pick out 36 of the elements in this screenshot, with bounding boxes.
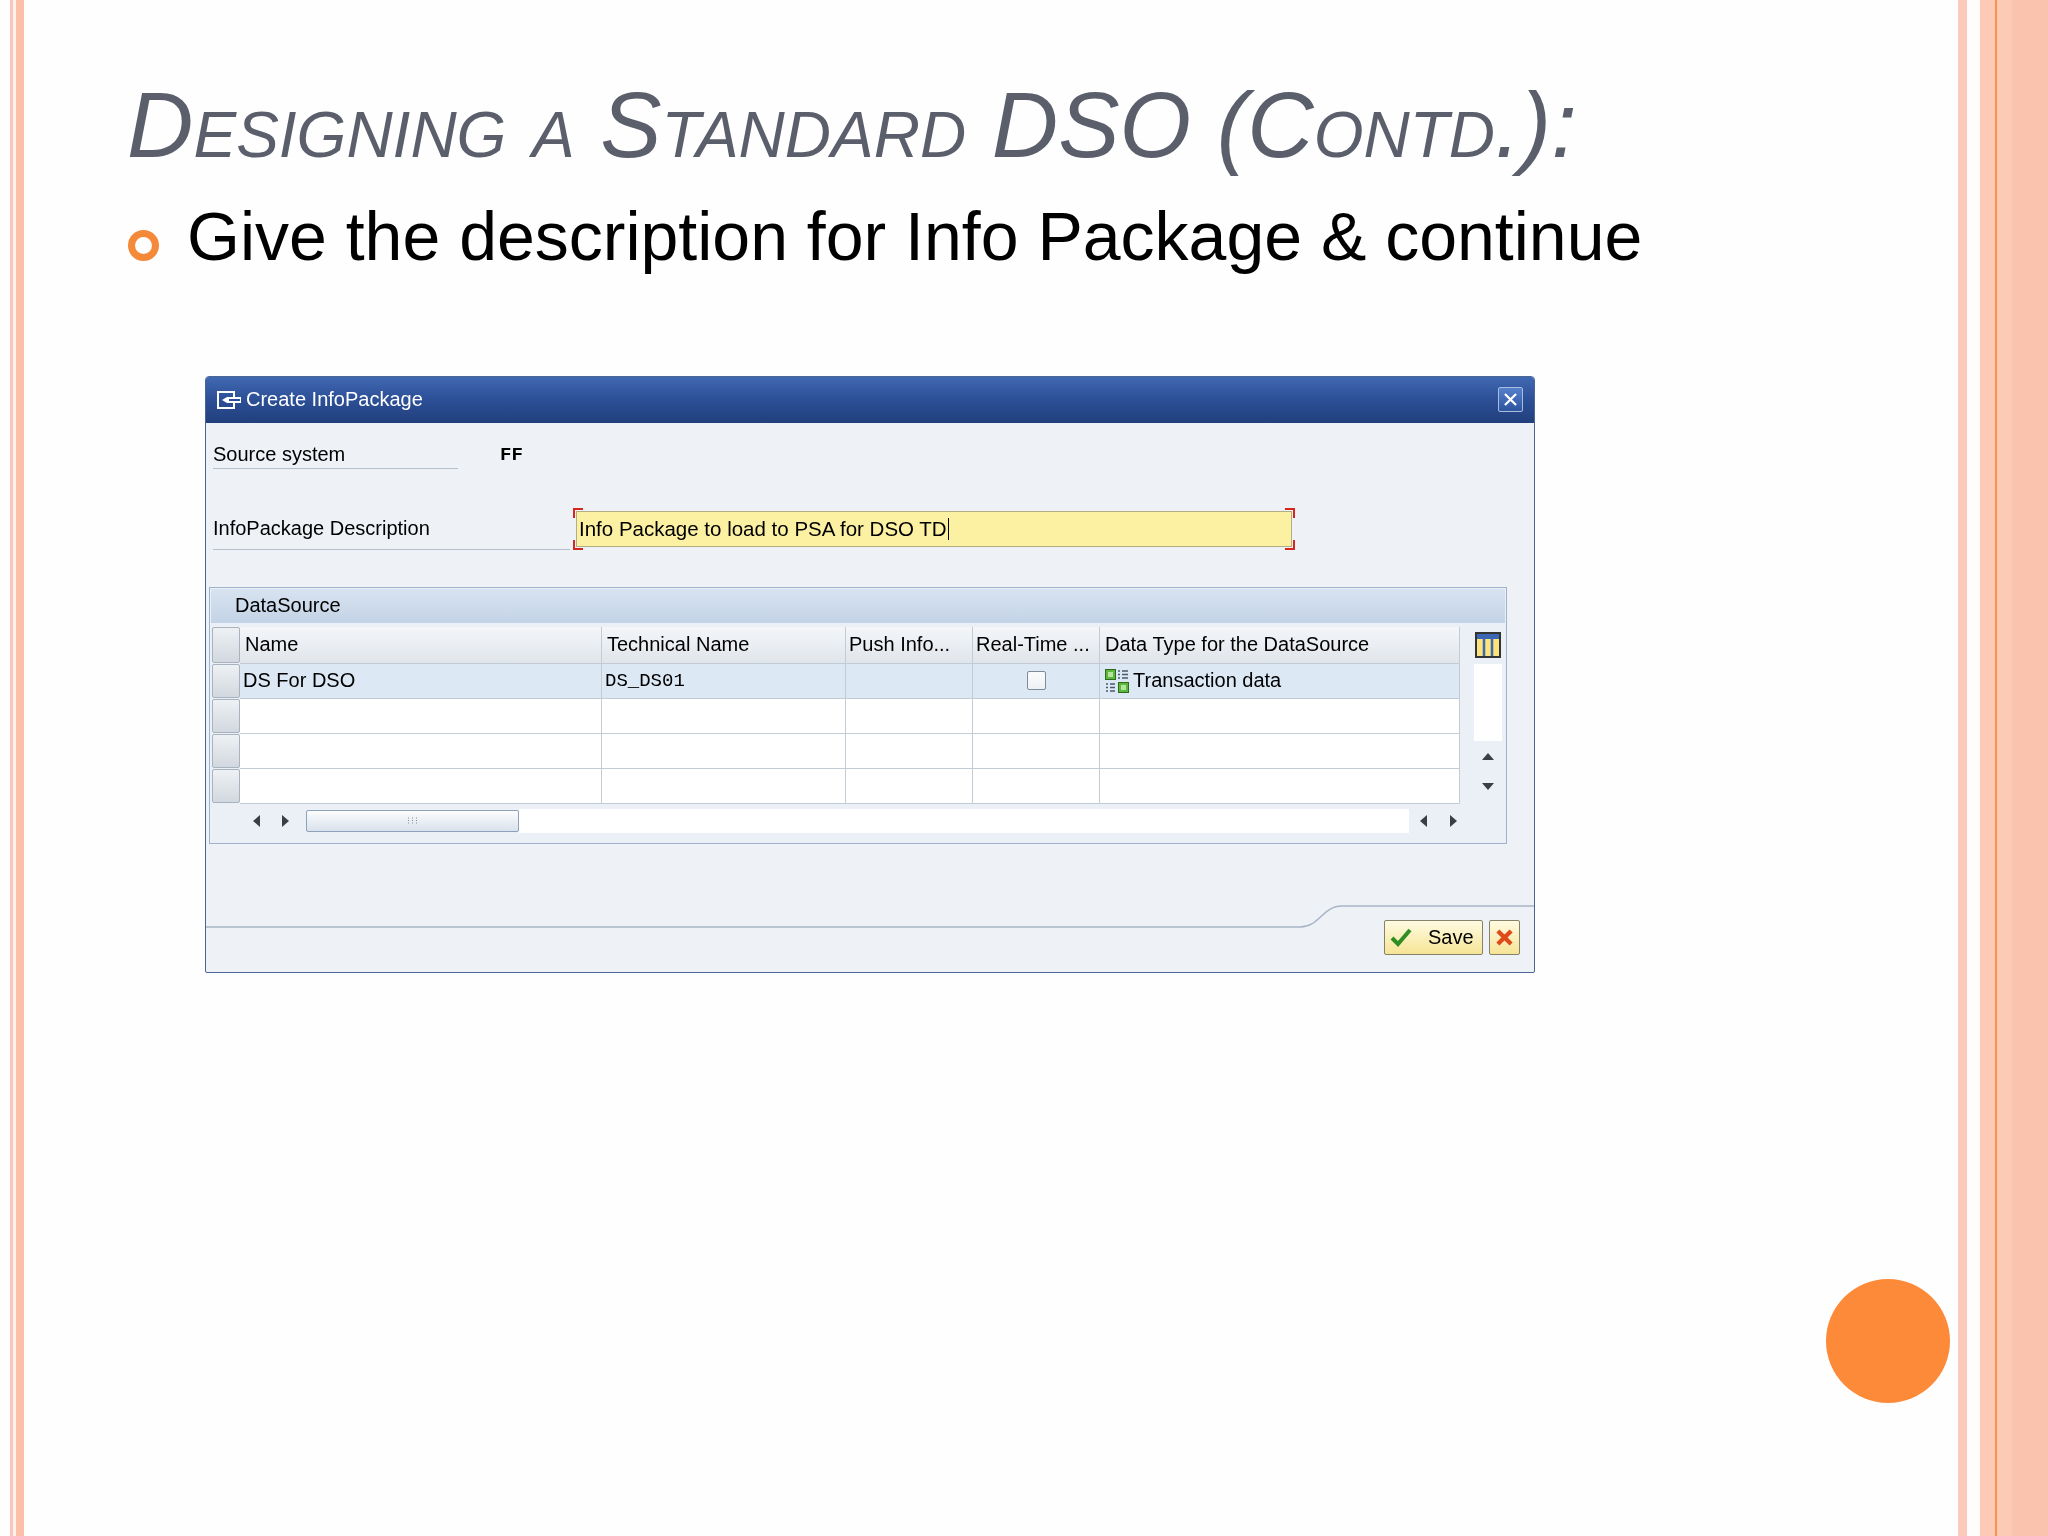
- data-grid-icon: [1105, 668, 1129, 693]
- close-button[interactable]: [1498, 387, 1523, 413]
- arrow-right-icon[interactable]: [1450, 814, 1457, 827]
- field-label: InfoPackage Description: [213, 507, 570, 550]
- column-header[interactable]: Real-Time ...: [973, 626, 1100, 664]
- scrollbar-thumb[interactable]: [306, 809, 519, 832]
- column-header[interactable]: Push Info...: [846, 626, 973, 664]
- arrow-left-icon[interactable]: [253, 814, 260, 827]
- window-title: Create InfoPackage: [246, 388, 423, 412]
- arrow-right-icon[interactable]: [282, 814, 289, 827]
- column-header[interactable]: Technical Name: [602, 626, 846, 664]
- cross-icon: [1496, 928, 1513, 946]
- table-cell: DS For DSO: [240, 663, 602, 699]
- bullet-text: Give the description for Info Package & continue: [187, 197, 1643, 276]
- column-header[interactable]: Data Type for the DataSource: [1100, 626, 1460, 664]
- table-cell: DS_DS01: [602, 663, 846, 699]
- arrow-down-icon[interactable]: [1481, 782, 1494, 790]
- table-cell: Transaction data: [1133, 669, 1282, 693]
- cancel-button[interactable]: [1489, 919, 1520, 955]
- field-value: FF: [500, 443, 523, 469]
- panel-title: DataSource: [211, 588, 1505, 623]
- save-button[interactable]: Save: [1384, 919, 1483, 955]
- check-icon: [1390, 927, 1412, 948]
- ring-bullet-icon: [128, 230, 159, 261]
- arrow-left-icon[interactable]: [1420, 814, 1427, 827]
- close-icon: [1504, 393, 1517, 407]
- columns-icon[interactable]: [1474, 632, 1501, 659]
- checkbox[interactable]: [1026, 671, 1046, 691]
- grip-icon: [407, 817, 418, 825]
- slide-title: Designing a Standard DSO (Contd.):: [127, 76, 1578, 175]
- pencil-box-icon: [217, 389, 242, 410]
- column-header[interactable]: Name: [240, 626, 602, 664]
- description-field[interactable]: Info Package to load to PSA for DSO TD: [573, 507, 1295, 550]
- select-all-cell[interactable]: [212, 626, 240, 663]
- field-label: Source system: [213, 441, 458, 469]
- arrow-up-icon[interactable]: [1481, 752, 1494, 760]
